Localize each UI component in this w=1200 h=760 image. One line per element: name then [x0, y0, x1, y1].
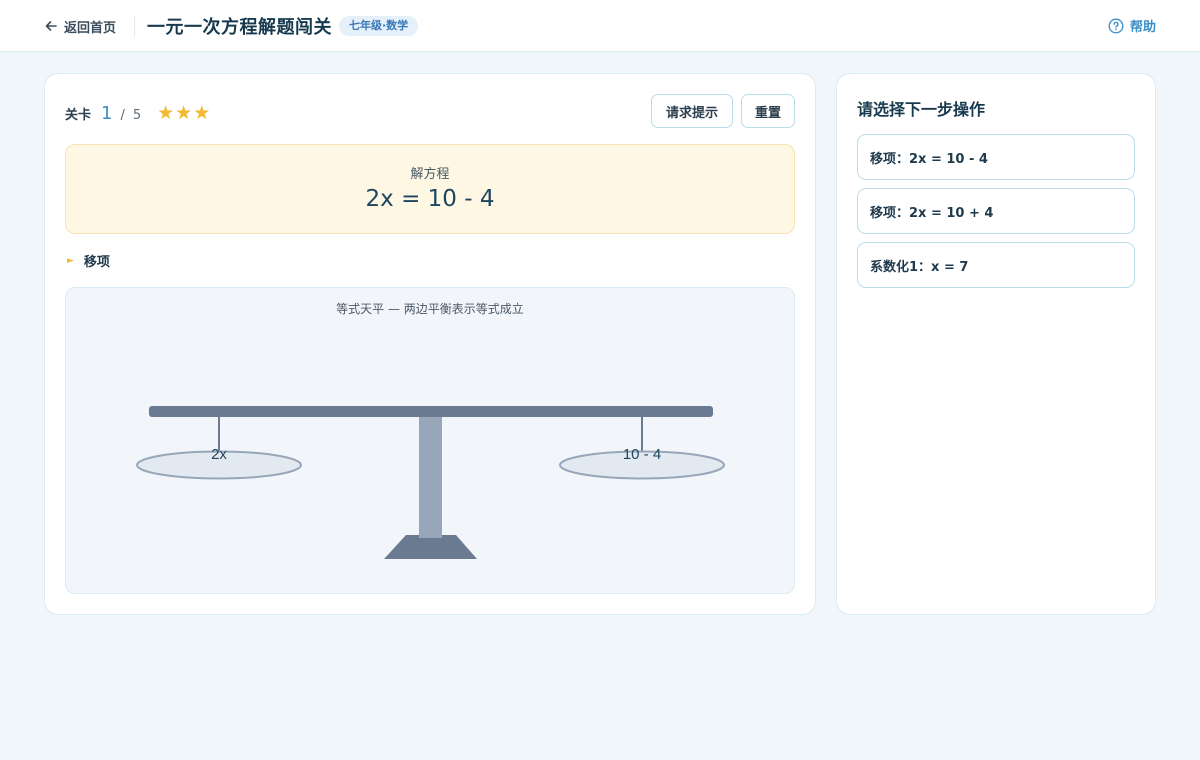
- top-bar: 返回首页 一元一次方程解题闯关 七年级·数学 帮助: [0, 0, 1200, 52]
- left-pan-label: 2x: [211, 446, 227, 463]
- equation-value: 2x = 10 - 4: [365, 186, 495, 212]
- help-button[interactable]: 帮助: [1108, 16, 1156, 35]
- options-title: 请选择下一步操作: [857, 100, 986, 119]
- back-home-button[interactable]: 返回首页: [44, 15, 116, 37]
- question-circle-icon: [1108, 18, 1124, 33]
- level-label: 关卡: [65, 108, 92, 123]
- option-button[interactable]: 系数化1：x = 7: [857, 242, 1135, 288]
- balance-post: [419, 416, 442, 538]
- header-divider: [134, 16, 135, 36]
- options-panel: 请选择下一步操作 移项：2x = 10 - 4 移项：2x = 10 + 4 系…: [836, 73, 1156, 615]
- help-label: 帮助: [1129, 20, 1156, 35]
- level-total: 5: [132, 108, 142, 123]
- grade-badge: 七年级·数学: [339, 16, 419, 36]
- option-button[interactable]: 移项：2x = 10 + 4: [857, 188, 1135, 234]
- request-hint-button[interactable]: 请求提示: [651, 94, 733, 128]
- balance-visual: 等式天平 — 两边平衡表示等式成立 2x 10 - 4: [65, 287, 795, 594]
- star-rating: ★★★: [157, 102, 212, 124]
- level-indicator: 关卡 1 / 5 ★★★: [65, 102, 211, 124]
- balance-base: [384, 535, 477, 559]
- level-current: 1: [101, 103, 113, 124]
- step-label: 移项: [83, 255, 110, 270]
- puzzle-panel: 关卡 1 / 5 ★★★ 请求提示 重置 解方程 2x = 10 - 4 ► 移…: [44, 73, 816, 615]
- equation-card: 解方程 2x = 10 - 4: [65, 144, 795, 234]
- balance-beam: [149, 406, 713, 417]
- level-separator: /: [120, 108, 125, 123]
- triangle-right-icon: ►: [67, 255, 74, 266]
- current-step: ► 移项: [67, 251, 110, 270]
- equation-label: 解方程: [410, 167, 450, 182]
- option-button[interactable]: 移项：2x = 10 - 4: [857, 134, 1135, 180]
- right-pan-label: 10 - 4: [623, 446, 661, 463]
- balance-scale: 2x 10 - 4: [136, 406, 725, 559]
- page-title: 一元一次方程解题闯关: [147, 17, 332, 38]
- arrow-left-icon: [45, 21, 57, 31]
- back-home-label: 返回首页: [64, 20, 117, 36]
- reset-button[interactable]: 重置: [741, 94, 795, 128]
